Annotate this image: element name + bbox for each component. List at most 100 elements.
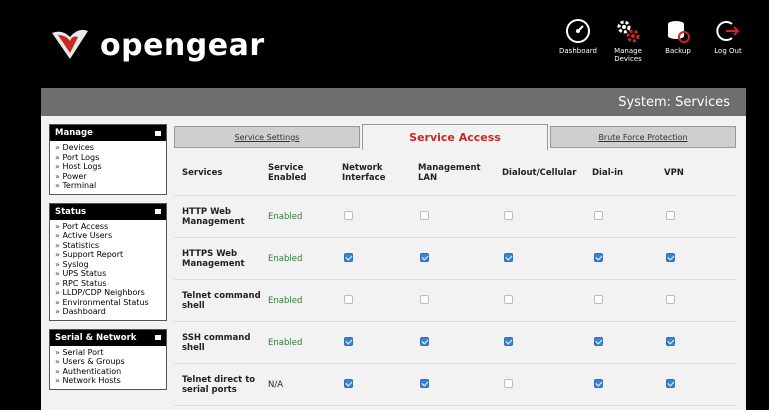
dialout-cellular-checkbox[interactable]	[504, 252, 513, 262]
sidebar-item-terminal[interactable]: Terminal	[55, 181, 162, 191]
service-enabled-status: Enabled	[268, 253, 303, 264]
management-lan-checkbox[interactable]	[420, 294, 429, 304]
vpn-cell	[664, 210, 724, 223]
vpn-cell	[664, 378, 724, 391]
content-frame: System: Services Manage Devices Port Log…	[41, 88, 746, 410]
tab-service-access[interactable]: Service Access	[362, 124, 548, 150]
topnav-label: Backup	[665, 47, 691, 55]
sidebar-item-devices[interactable]: Devices	[55, 143, 162, 153]
table-row: Telnet direct to serial ports N/A	[174, 364, 736, 406]
sidebar-item-statistics[interactable]: Statistics	[55, 241, 162, 251]
management-lan-checkbox[interactable]	[420, 378, 429, 388]
network-interface-cell	[342, 252, 418, 265]
sidebar-item-environmental[interactable]: Environmental Status	[55, 298, 162, 308]
dialout-cellular-checkbox[interactable]	[504, 210, 513, 220]
dialout-cellular-checkbox[interactable]	[504, 294, 513, 304]
sidebar-item-ups-status[interactable]: UPS Status	[55, 269, 162, 279]
vpn-checkbox[interactable]	[666, 252, 675, 262]
vpn-cell	[664, 336, 724, 349]
management-lan-checkbox[interactable]	[420, 252, 429, 262]
tab-brute-force-protection[interactable]: Brute Force Protection	[550, 126, 736, 148]
service-name: HTTPS Web Management	[182, 248, 245, 269]
sidebar-item-active-users[interactable]: Active Users	[55, 231, 162, 241]
sidebar-section-header[interactable]: Manage	[50, 125, 166, 141]
table-row: HTTPS Web Management Enabled	[174, 238, 736, 280]
management-lan-cell	[418, 378, 502, 391]
service-name: HTTP Web Management	[182, 206, 245, 227]
sidebar-item-lldp-cdp[interactable]: LLDP/CDP Neighbors	[55, 288, 162, 298]
minimize-icon[interactable]	[155, 209, 161, 214]
table-header: Services Service Enabled Network Interfa…	[174, 150, 736, 196]
sidebar-item-network-hosts[interactable]: Network Hosts	[55, 376, 162, 386]
table-row: SSH command shell Enabled	[174, 322, 736, 364]
vpn-checkbox[interactable]	[666, 294, 675, 304]
dial-in-checkbox[interactable]	[594, 252, 603, 262]
sidebar-item-port-logs[interactable]: Port Logs	[55, 153, 162, 163]
management-lan-cell	[418, 336, 502, 349]
sidebar-section-header[interactable]: Status	[50, 203, 166, 220]
sidebar-section-header[interactable]: Serial & Network	[50, 329, 166, 346]
service-enabled-status: Enabled	[268, 337, 303, 348]
sidebar-item-serial-port[interactable]: Serial Port	[55, 348, 162, 358]
network-interface-checkbox[interactable]	[344, 336, 353, 346]
sidebar-item-users-groups[interactable]: Users & Groups	[55, 357, 162, 367]
tab-service-settings[interactable]: Service Settings	[174, 126, 360, 148]
service-name: Telnet command shell	[182, 290, 261, 311]
dialout-cellular-checkbox[interactable]	[504, 378, 513, 388]
topnav-logout[interactable]: Log Out	[705, 18, 751, 63]
management-lan-cell	[418, 210, 502, 223]
sidebar-item-dashboard[interactable]: Dashboard	[55, 307, 162, 317]
dashboard-icon	[566, 19, 590, 43]
service-name: Telnet direct to serial ports	[182, 374, 256, 395]
service-enabled-status: Enabled	[268, 211, 303, 222]
management-lan-cell	[418, 252, 502, 265]
topnav-label: Manage Devices	[614, 47, 642, 63]
sidebar-section-title: Manage	[55, 128, 93, 138]
topnav-label: Log Out	[714, 47, 742, 55]
dial-in-checkbox[interactable]	[594, 378, 603, 388]
dial-in-cell	[592, 294, 664, 307]
backup-icon	[668, 21, 690, 43]
dialout-cellular-cell	[502, 378, 592, 391]
vpn-checkbox[interactable]	[666, 378, 675, 388]
sidebar-item-power[interactable]: Power	[55, 172, 162, 182]
network-interface-checkbox[interactable]	[344, 378, 353, 388]
network-interface-checkbox[interactable]	[344, 294, 353, 304]
column-header: Dial-in	[592, 167, 624, 178]
network-interface-cell	[342, 210, 418, 223]
sidebar-item-rpc-status[interactable]: RPC Status	[55, 279, 162, 289]
management-lan-checkbox[interactable]	[420, 210, 429, 220]
network-interface-checkbox[interactable]	[344, 210, 353, 220]
sidebar-item-port-access[interactable]: Port Access	[55, 222, 162, 232]
dial-in-checkbox[interactable]	[594, 210, 603, 220]
sidebar-section-status: Status Port Access Active Users Statisti…	[49, 202, 167, 321]
topnav-dashboard[interactable]: Dashboard	[555, 18, 601, 63]
app-header: opengear Dashboard Manage Devices Backup…	[0, 0, 769, 88]
topnav-manage-devices[interactable]: Manage Devices	[605, 18, 651, 63]
sidebar-section-serial-network: Serial & Network Serial Port Users & Gro…	[49, 328, 167, 390]
sidebar-item-host-logs[interactable]: Host Logs	[55, 162, 162, 172]
management-lan-checkbox[interactable]	[420, 336, 429, 346]
sidebar-item-authentication[interactable]: Authentication	[55, 367, 162, 377]
sidebar-list: Port Access Active Users Statistics Supp…	[50, 220, 166, 320]
sidebar-item-syslog[interactable]: Syslog	[55, 260, 162, 270]
service-enabled-status: N/A	[268, 379, 284, 390]
column-header: Management LAN	[418, 162, 481, 183]
dialout-cellular-cell	[502, 294, 592, 307]
sidebar-item-support-report[interactable]: Support Report	[55, 250, 162, 260]
dialout-cellular-checkbox[interactable]	[504, 336, 513, 346]
dial-in-checkbox[interactable]	[594, 294, 603, 304]
dial-in-checkbox[interactable]	[594, 336, 603, 346]
brand-name: opengear	[100, 27, 265, 63]
minimize-icon[interactable]	[155, 130, 161, 136]
dial-in-cell	[592, 210, 664, 223]
vpn-checkbox[interactable]	[666, 210, 675, 220]
opengear-logo[interactable]: opengear	[48, 20, 265, 70]
sidebar-section-title: Status	[55, 206, 87, 217]
topnav-backup[interactable]: Backup	[655, 18, 701, 63]
dial-in-cell	[592, 336, 664, 349]
vpn-cell	[664, 252, 724, 265]
network-interface-checkbox[interactable]	[344, 252, 353, 262]
minimize-icon[interactable]	[155, 335, 161, 340]
vpn-checkbox[interactable]	[666, 336, 675, 346]
